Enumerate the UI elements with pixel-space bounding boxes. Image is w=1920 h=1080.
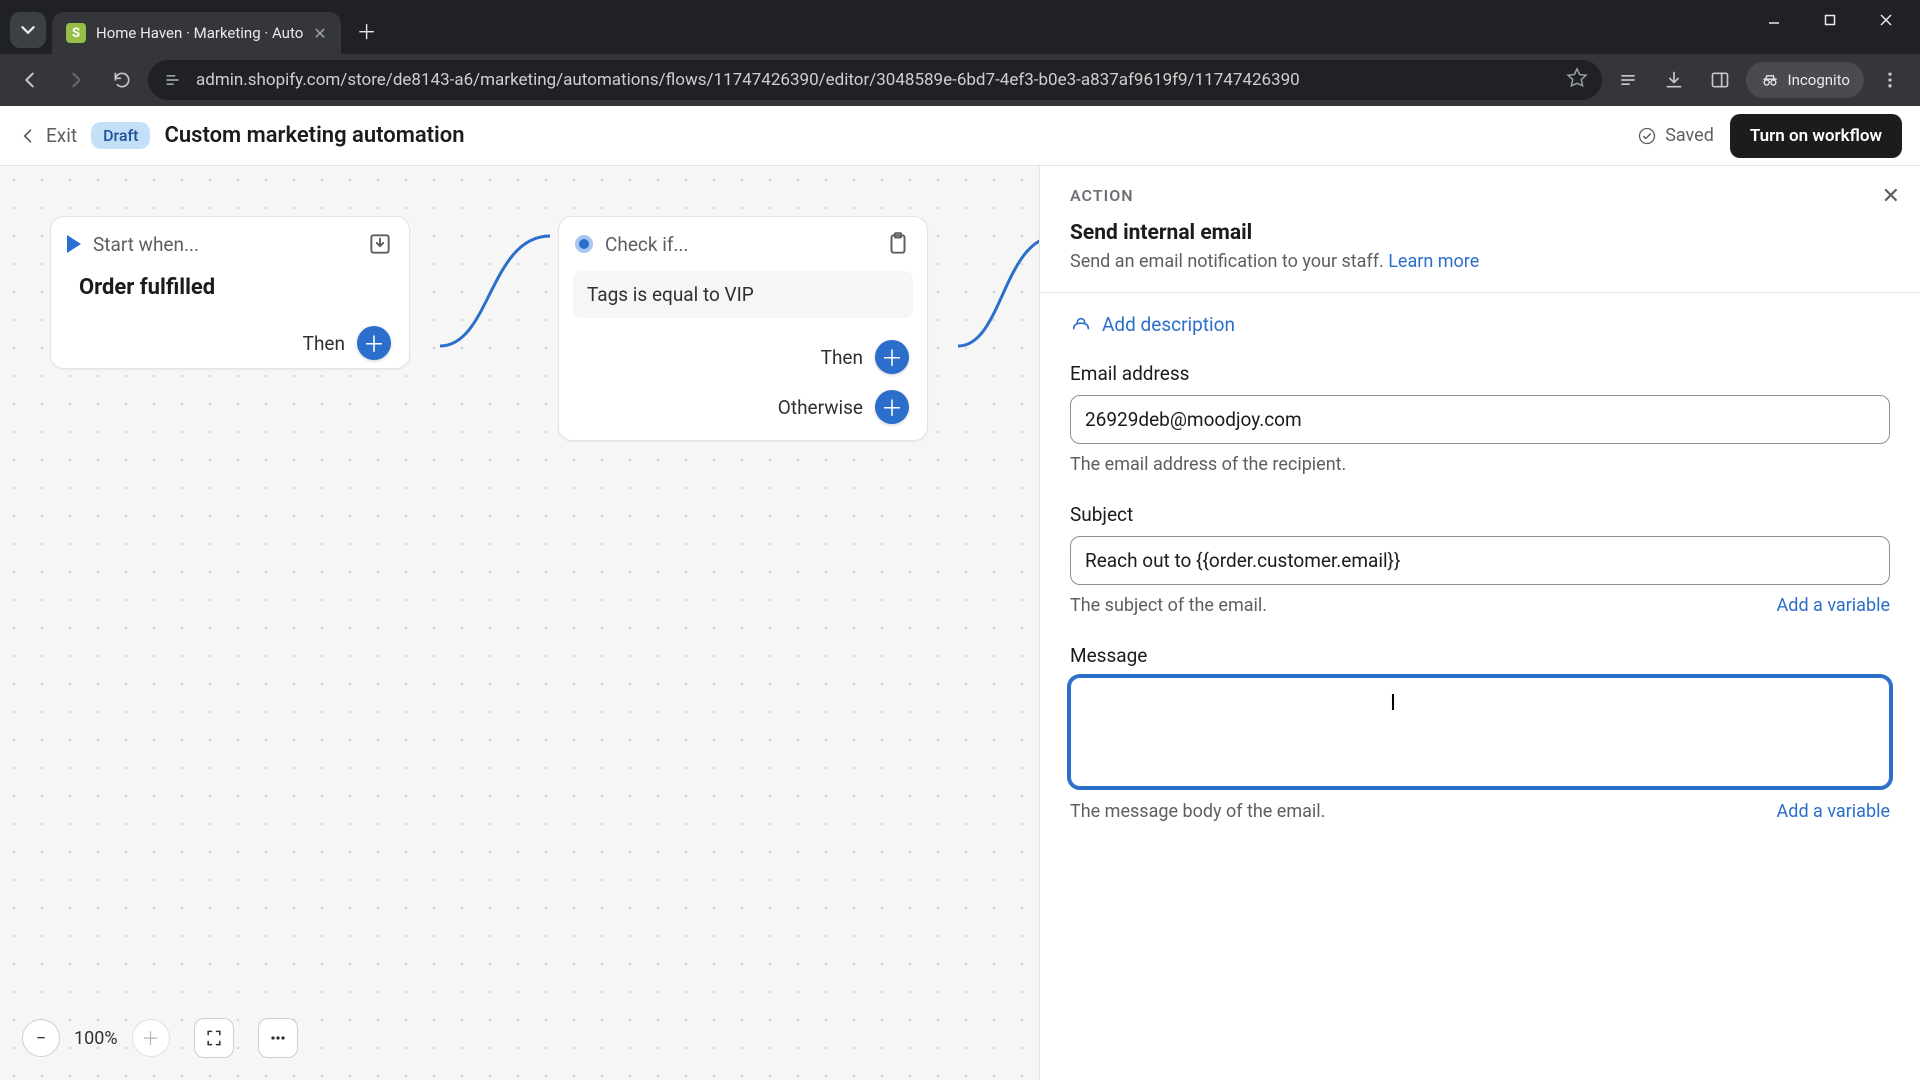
browser-toolbar: admin.shopify.com/store/de8143-a6/market… [0,54,1920,106]
window-close-button[interactable] [1860,0,1912,40]
sidepanel-icon[interactable] [1700,60,1740,100]
saved-label: Saved [1665,125,1714,146]
panel-subtitle: Send an email notification to your staff… [1070,251,1890,272]
panel-kicker: ACTION [1070,186,1890,205]
message-help: The message body of the email. [1070,801,1325,822]
browser-tab[interactable]: S Home Haven · Marketing · Auto ✕ [52,12,341,54]
zoom-level: 100% [70,1028,122,1049]
subject-add-variable-link[interactable]: Add a variable [1777,595,1890,616]
subject-field-group: Subject The subject of the email. Add a … [1070,503,1890,616]
divider [1040,292,1920,293]
email-input[interactable] [1070,395,1890,444]
downloads-icon[interactable] [1654,60,1694,100]
message-add-variable-link[interactable]: Add a variable [1777,801,1890,822]
learn-more-link[interactable]: Learn more [1388,251,1479,272]
email-field-group: Email address The email address of the r… [1070,362,1890,475]
add-otherwise-step-button[interactable]: ＋ [875,390,909,424]
saved-indicator: Saved [1637,125,1714,146]
workspace: Start when... Order fulfilled Then ＋ [0,166,1920,1080]
start-trigger-title: Order fulfilled [79,275,393,300]
add-description-button[interactable]: Add description [1070,313,1890,336]
check-node-label: Check if... [605,233,873,256]
fit-view-button[interactable] [194,1018,234,1058]
start-node[interactable]: Start when... Order fulfilled Then ＋ [50,216,410,369]
edge-start-to-check [430,226,570,356]
url-text: admin.shopify.com/store/de8143-a6/market… [196,70,1554,90]
subject-help: The subject of the email. [1070,595,1267,616]
incognito-chip[interactable]: Incognito [1746,62,1864,98]
app-header: Exit Draft Custom marketing automation S… [0,106,1920,166]
add-then-step-button[interactable]: ＋ [875,340,909,374]
edge-check-to-action [948,226,1040,356]
start-node-label: Start when... [93,233,355,256]
window-minimize-button[interactable] [1748,0,1800,40]
email-help: The email address of the recipient. [1070,454,1346,475]
condition-text: Tags is equal to VIP [587,283,899,306]
play-icon [67,235,81,253]
clipboard-icon[interactable] [885,231,911,257]
zoom-controls: − 100% ＋ [22,1018,298,1058]
window-maximize-button[interactable] [1804,0,1856,40]
add-step-button[interactable]: ＋ [357,326,391,360]
browser-window: S Home Haven · Marketing · Auto ✕ ＋ admi… [0,0,1920,1080]
site-info-icon[interactable] [162,69,184,91]
action-panel: ✕ ACTION Send internal email Send an ema… [1040,166,1920,1080]
exit-button[interactable]: Exit [18,124,77,147]
zoom-out-button[interactable]: − [22,1019,60,1057]
bookmark-star-icon[interactable] [1566,67,1588,93]
check-node[interactable]: Check if... Tags is equal to VIP Then ＋ … [558,216,928,441]
condition-dot-icon [575,235,593,253]
media-control-icon[interactable] [1608,60,1648,100]
status-badge: Draft [91,122,150,149]
nav-reload-button[interactable] [102,60,142,100]
canvas-more-button[interactable] [258,1018,298,1058]
nav-forward-button[interactable] [56,60,96,100]
new-tab-button[interactable]: ＋ [349,12,385,48]
tab-close-button[interactable]: ✕ [313,24,326,43]
shopify-favicon-icon: S [66,23,86,43]
tab-strip: S Home Haven · Marketing · Auto ✕ ＋ [0,0,1920,54]
exit-label: Exit [46,124,77,147]
message-field-group: Message I The message body of the email.… [1070,644,1890,822]
subject-input[interactable] [1070,536,1890,585]
window-controls [1748,0,1912,40]
message-label: Message [1070,644,1890,667]
incognito-label: Incognito [1788,71,1850,89]
import-icon[interactable] [367,231,393,257]
subject-label: Subject [1070,503,1890,526]
flow-canvas[interactable]: Start when... Order fulfilled Then ＋ [0,166,1040,1080]
then-label-2: Then [821,346,863,369]
tab-search-button[interactable] [10,12,46,48]
panel-title: Send internal email [1070,221,1890,245]
message-textarea[interactable] [1070,677,1890,787]
address-bar[interactable]: admin.shopify.com/store/de8143-a6/market… [148,60,1602,100]
otherwise-label: Otherwise [778,396,863,419]
nav-back-button[interactable] [10,60,50,100]
panel-close-button[interactable]: ✕ [1882,184,1900,209]
add-description-label: Add description [1102,313,1235,336]
then-label: Then [303,332,345,355]
workflow-title: Custom marketing automation [164,123,464,148]
turn-on-workflow-button[interactable]: Turn on workflow [1730,114,1902,158]
zoom-in-button[interactable]: ＋ [132,1019,170,1057]
tab-title: Home Haven · Marketing · Auto [96,24,303,42]
app-page: Exit Draft Custom marketing automation S… [0,106,1920,1080]
browser-menu-icon[interactable] [1870,60,1910,100]
email-label: Email address [1070,362,1890,385]
